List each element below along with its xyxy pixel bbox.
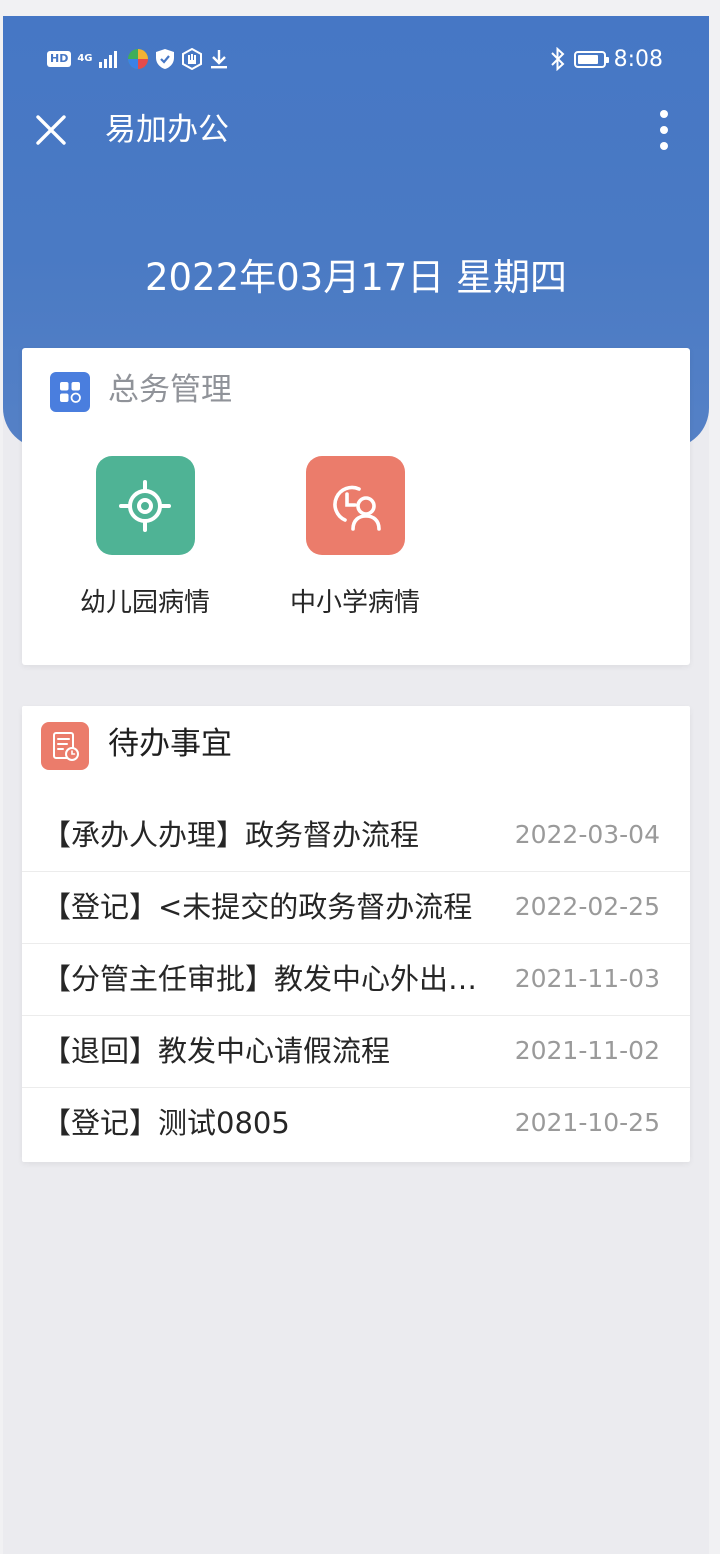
download-icon [210,50,227,69]
app-icon [127,49,148,69]
hd-badge: HD [47,51,72,67]
app-school-illness[interactable]: 中小学病情 [265,456,445,621]
hand-icon [181,48,202,70]
app-screen: HD 4G 8:08 易加办公 2022年03月17日 星期四 总务管理 幼儿园… [3,16,709,1554]
status-time: 8:08 [613,46,663,72]
todo-card: 待办事宜 【承办人办理】政务督办流程 2022-03-04 【登记】<未提交的政… [22,706,690,1162]
bluetooth-icon [550,47,565,71]
more-vertical-icon [660,110,668,150]
battery-level [577,54,598,64]
todo-item-title: 【分管主任审批】教发中心外出流程 [42,962,504,996]
app-school-illness-label: 中小学病情 [289,588,420,618]
nav-title: 易加办公 [105,112,229,148]
todo-item[interactable]: 【登记】测试0805 2021-10-25 [22,1088,690,1160]
status-right: 8:08 [550,42,663,76]
more-button[interactable] [649,106,679,154]
status-left: HD 4G [47,44,229,74]
battery-icon [573,50,609,68]
general-affairs-card: 总务管理 幼儿园病情 中小学病情 [22,348,690,665]
todo-item-date: 2022-02-25 [514,892,660,921]
app-kindergarten-illness-label: 幼儿园病情 [79,588,210,618]
close-icon [36,115,66,145]
todo-item-title: 【登记】<未提交的政务督办流程 [42,890,473,924]
close-button[interactable] [31,110,71,150]
shield-icon [155,49,174,69]
todo-item[interactable]: 【登记】<未提交的政务督办流程 2022-02-25 [22,872,690,944]
todo-item-date: 2021-11-03 [514,964,660,993]
todo-item[interactable]: 【承办人办理】政务督办流程 2022-03-04 [22,800,690,872]
current-date: 2022年03月17日 星期四 [144,256,568,299]
todo-item-date: 2021-10-25 [514,1108,660,1137]
todo-title: 待办事宜 [108,726,232,762]
todo-item-title: 【登记】测试0805 [42,1106,290,1140]
app-kindergarten-illness[interactable]: 幼儿园病情 [55,456,235,621]
todo-list: 【承办人办理】政务督办流程 2022-03-04 【登记】<未提交的政务督办流程… [22,800,690,1160]
todo-item-title: 【承办人办理】政务督办流程 [42,818,420,852]
network-badge: 4G [77,53,93,64]
document-clock-icon [41,722,89,770]
todo-item[interactable]: 【分管主任审批】教发中心外出流程 2021-11-03 [22,944,690,1016]
nav-bar: 易加办公 [3,98,709,162]
signal-icon [98,51,117,68]
todo-item-title: 【退回】教发中心请假流程 [42,1034,391,1068]
grid-icon [50,372,90,412]
todo-item-date: 2021-11-02 [514,1036,660,1065]
todo-item[interactable]: 【退回】教发中心请假流程 2021-11-02 [22,1016,690,1088]
target-icon [95,456,195,555]
clock-user-icon [305,456,405,555]
todo-item-date: 2022-03-04 [514,820,660,849]
general-affairs-title: 总务管理 [108,372,232,408]
status-bar: HD 4G 8:08 [3,42,709,76]
